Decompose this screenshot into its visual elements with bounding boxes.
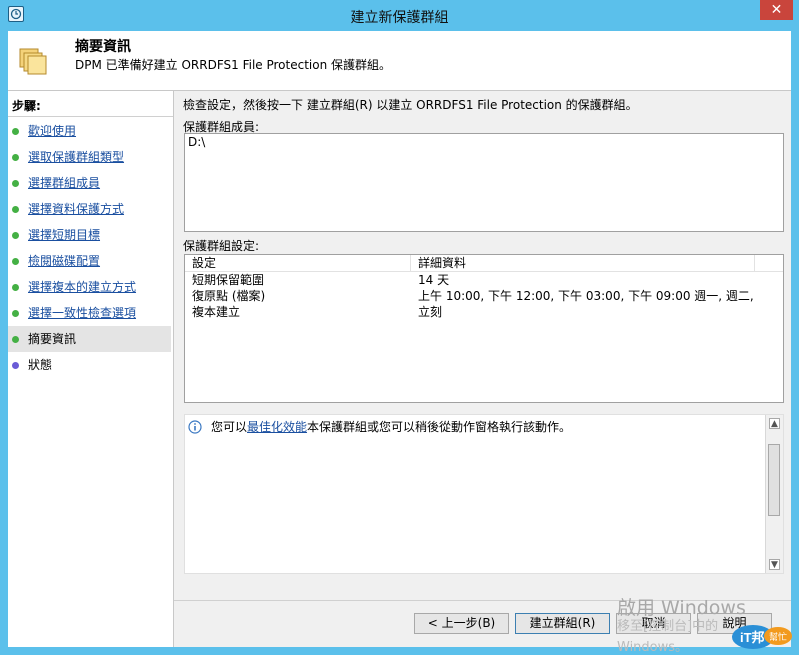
title-bar: 建立新保護群組 ✕ [0,0,799,31]
setting-name: 復原點 (檔案) [192,289,266,303]
steps-title: 步驟: [12,99,41,113]
dialog-header: 摘要資訊 DPM 已準備好建立 ORRDFS1 File Protection … [8,31,791,91]
scroll-down-arrow-icon[interactable]: ▼ [769,559,780,570]
members-list[interactable]: D:\ [184,133,784,232]
step-select-group-type[interactable]: 選取保護群組類型 [8,144,171,170]
optimize-performance-link[interactable]: 最佳化效能 [247,420,307,434]
scroll-thumb[interactable] [768,444,780,516]
step-label: 狀態 [28,358,53,372]
step-label[interactable]: 選擇複本的建立方式 [28,274,136,300]
step-consistency-check[interactable]: 選擇一致性檢查選項 [8,300,171,326]
step-status-dot-icon [12,336,19,343]
step-label[interactable]: 檢閱磁碟配置 [28,248,100,274]
info-scrollbar[interactable]: ▲ ▼ [765,415,783,573]
member-item: D:\ [188,135,206,149]
folder-stack-icon [19,48,47,75]
settings-table-header: 設定 詳細資料 [185,255,783,272]
info-message: 您可以最佳化效能本保護群組或您可以稍後從動作窗格執行該動作。 [211,418,571,435]
step-label[interactable]: 選擇群組成員 [28,170,100,196]
instruction-text: 檢查設定，然後按一下 建立群組(R) 以建立 ORRDFS1 File Prot… [183,98,638,112]
step-status-dot-icon [12,154,19,161]
step-status-dot-icon [12,180,19,187]
page-subtitle: DPM 已準備好建立 ORRDFS1 File Protection 保護群組。 [75,58,391,72]
step-status-dot-icon [12,206,19,213]
table-row[interactable]: 復原點 (檔案) 上午 10:00, 下午 12:00, 下午 03:00, 下… [185,288,783,304]
close-button[interactable]: ✕ [760,0,793,20]
info-icon [188,420,202,434]
create-group-button[interactable]: 建立群組(R) [515,613,610,634]
step-label[interactable]: 選擇資料保護方式 [28,196,124,222]
step-status: 狀態 [8,352,171,378]
step-label[interactable]: 選擇短期目標 [28,222,100,248]
step-data-protection-method[interactable]: 選擇資料保護方式 [8,196,171,222]
step-review-disk-allocation[interactable]: 檢閱磁碟配置 [8,248,171,274]
setting-name: 複本建立 [192,305,241,319]
step-select-members[interactable]: 選擇群組成員 [8,170,171,196]
step-status-dot-icon [12,128,19,135]
step-short-term-goals[interactable]: 選擇短期目標 [8,222,171,248]
info-prefix: 您可以 [211,420,248,434]
step-label[interactable]: 歡迎使用 [28,118,76,144]
info-suffix: 本保護群組或您可以稍後從動作窗格執行該動作。 [307,420,572,434]
settings-table[interactable]: 設定 詳細資料 短期保留範圍 14 天 復原點 (檔案) 上午 10:00, 下… [184,254,784,403]
column-header-detail[interactable]: 詳細資料 [411,255,755,271]
step-label[interactable]: 選擇一致性檢查選項 [28,300,136,326]
step-label[interactable]: 選取保護群組類型 [28,144,124,170]
scroll-up-arrow-icon[interactable]: ▲ [769,418,780,429]
info-panel: 您可以最佳化效能本保護群組或您可以稍後從動作窗格執行該動作。 ▲ ▼ [184,414,784,574]
step-status-dot-icon [12,362,19,369]
back-button[interactable]: < 上一步(B) [414,613,509,634]
logo-text: iT邦 [740,630,765,645]
table-row[interactable]: 複本建立 立刻 [185,304,783,320]
logo-subtext: 幫忙 [769,631,787,642]
dialog-client: 摘要資訊 DPM 已準備好建立 ORRDFS1 File Protection … [8,31,791,647]
setting-detail: 14 天 [418,273,450,287]
step-status-dot-icon [12,284,19,291]
settings-label: 保護群組設定: [183,239,260,253]
main-panel: 檢查設定，然後按一下 建立群組(R) 以建立 ORRDFS1 File Prot… [174,91,791,647]
page-title: 摘要資訊 [75,39,131,55]
column-header-setting[interactable]: 設定 [185,255,411,271]
setting-detail: 上午 10:00, 下午 12:00, 下午 03:00, 下午 09:00 週… [418,289,758,303]
step-welcome[interactable]: 歡迎使用 [8,118,171,144]
ithome-logo-icon: iT邦 幫忙 [732,625,792,649]
button-divider [174,600,791,601]
window-title: 建立新保護群組 [350,10,449,26]
table-row[interactable]: 短期保留範圍 14 天 [185,272,783,288]
step-label: 摘要資訊 [28,332,77,346]
step-status-dot-icon [12,310,19,317]
step-summary: 摘要資訊 [8,326,171,352]
step-replica-creation[interactable]: 選擇複本的建立方式 [8,274,171,300]
step-status-dot-icon [12,258,19,265]
steps-divider [8,116,173,117]
cancel-button[interactable]: 取消 [616,613,691,634]
step-status-dot-icon [12,232,19,239]
setting-name: 短期保留範圍 [192,273,265,287]
setting-detail: 立刻 [418,305,443,319]
steps-sidebar: 步驟: 歡迎使用 選取保護群組類型 選擇群組成員 選擇資料保護方式 選擇短期目標… [8,91,174,647]
